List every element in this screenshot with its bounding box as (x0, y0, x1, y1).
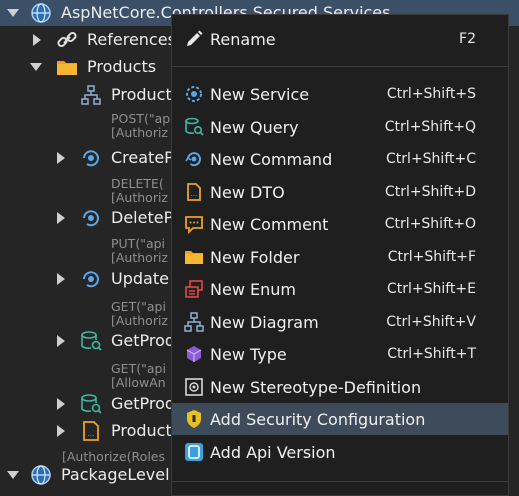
tree-item-label: Product (111, 85, 172, 104)
chevron-right-icon[interactable] (57, 335, 65, 347)
menu-item-label: New Command (210, 150, 333, 169)
svg-text:...: ... (191, 190, 198, 198)
menu-item-new-type[interactable]: New Type Ctrl+Shift+T (172, 338, 508, 370)
menu-separator (172, 481, 508, 482)
menu-item-shortcut: Ctrl+Shift+V (386, 314, 476, 330)
menu-item-shortcut: Ctrl+Shift+D (385, 184, 476, 200)
tree-item-label: CreateP (111, 148, 174, 167)
tree-package-label: PackageLevel (61, 465, 170, 484)
menu-item-label: New Service (210, 85, 310, 104)
menu-item-label: New Folder (210, 248, 300, 267)
svg-text:...: ... (88, 430, 95, 438)
menu-item-label: Rename (210, 30, 276, 49)
folder-icon (57, 61, 77, 75)
tree-item-annotation: [Authorize(Roles (62, 449, 166, 464)
query-icon (81, 331, 102, 351)
menu-item-label: New Diagram (210, 313, 319, 332)
chevron-down-icon[interactable] (7, 471, 19, 479)
link-icon (57, 31, 77, 48)
tree-item-annotation: GET("api [Authoriz (111, 299, 168, 328)
tree-references-label: References (87, 30, 176, 49)
menu-item-label: New Type (210, 345, 287, 364)
menu-item-new-service[interactable]: New Service Ctrl+Shift+S (172, 78, 508, 110)
menu-item-new-enum[interactable]: New Enum Ctrl+Shift+E (172, 273, 508, 305)
chevron-right-icon[interactable] (57, 152, 65, 164)
shield-icon (187, 410, 201, 428)
menu-item-shortcut: Ctrl+Shift+C (386, 151, 476, 167)
diagram-icon (81, 85, 101, 105)
tree-item-annotation: POST("ap [Authoriz (111, 111, 171, 140)
menu-item-label: New Stereotype-Definition (210, 378, 422, 397)
cube-icon (186, 346, 202, 362)
globe-icon (31, 465, 51, 485)
menu-item-label: Add Security Configuration (210, 410, 426, 429)
tree-item-label: GetProd (111, 394, 176, 413)
menu-item-new-comment[interactable]: New Comment Ctrl+Shift+O (172, 208, 508, 240)
menu-item-shortcut: Ctrl+Shift+T (387, 346, 476, 362)
command-icon (185, 152, 201, 167)
menu-item-label: New Comment (210, 215, 329, 234)
query-icon (185, 117, 204, 136)
tree-item-annotation: PUT("api [Authoriz (111, 236, 168, 265)
tree-item-label: GetProd (111, 331, 176, 350)
chevron-right-icon[interactable] (57, 398, 65, 410)
operation-icon (83, 271, 99, 288)
tree-item-label: Update (111, 269, 169, 288)
stereotype-icon (185, 378, 203, 396)
tree-item-label: DeleteP (111, 208, 174, 227)
chevron-right-icon[interactable] (57, 425, 65, 437)
tree-item-annotation: DELETE( [Authoriz (111, 176, 168, 205)
diagram-icon (184, 312, 204, 332)
tree-item-annotation: GET("api [AllowAn (111, 361, 166, 390)
menu-item-new-diagram[interactable]: New Diagram Ctrl+Shift+V (172, 306, 508, 338)
context-menu: Rename F2 New Service Ctrl+Shift+S New Q… (171, 14, 509, 496)
pencil-icon (187, 30, 203, 46)
service-icon (186, 86, 202, 102)
chevron-right-icon[interactable] (57, 212, 65, 224)
comment-icon (185, 216, 203, 234)
menu-item-shortcut: F2 (459, 31, 476, 47)
menu-item-new-stereotype-definition[interactable]: New Stereotype-Definition (172, 371, 508, 403)
globe-icon (31, 3, 51, 23)
dto-icon: ... (83, 421, 99, 441)
tree-products-label: Products (87, 57, 157, 76)
menu-item-new-command[interactable]: New Command Ctrl+Shift+C (172, 143, 508, 175)
menu-item-shortcut: Ctrl+Shift+S (386, 86, 476, 102)
enum-icon (185, 280, 203, 298)
menu-item-label: New Enum (210, 280, 296, 299)
menu-separator (172, 66, 508, 67)
menu-item-new-folder[interactable]: New Folder Ctrl+Shift+F (172, 241, 508, 273)
chevron-down-icon[interactable] (7, 9, 19, 17)
menu-item-add-security-configuration[interactable]: Add Security Configuration (172, 403, 508, 435)
query-icon (81, 394, 102, 414)
menu-item-shortcut: Ctrl+Shift+F (387, 249, 476, 265)
menu-item-label: New DTO (210, 183, 285, 202)
operation-icon (83, 150, 99, 167)
tree-item-label: Product (111, 421, 172, 440)
menu-item-new-dto[interactable]: ... New DTO Ctrl+Shift+D (172, 176, 508, 208)
chevron-right-icon[interactable] (33, 34, 41, 46)
dto-icon: ... (187, 183, 201, 201)
menu-item-rename[interactable]: Rename F2 (172, 23, 508, 55)
operation-icon (83, 210, 99, 227)
api-version-icon (185, 443, 203, 461)
menu-item-shortcut: Ctrl+Shift+E (386, 281, 476, 297)
folder-icon (185, 251, 203, 264)
chevron-down-icon[interactable] (30, 63, 42, 71)
menu-item-shortcut: Ctrl+Shift+Q (384, 119, 476, 135)
menu-item-label: New Query (210, 118, 299, 137)
menu-item-shortcut: Ctrl+Shift+O (384, 216, 476, 232)
menu-item-label: Add Api Version (210, 443, 336, 462)
menu-item-add-api-version[interactable]: Add Api Version (172, 436, 508, 468)
menu-item-new-query[interactable]: New Query Ctrl+Shift+Q (172, 111, 508, 143)
chevron-right-icon[interactable] (57, 273, 65, 285)
